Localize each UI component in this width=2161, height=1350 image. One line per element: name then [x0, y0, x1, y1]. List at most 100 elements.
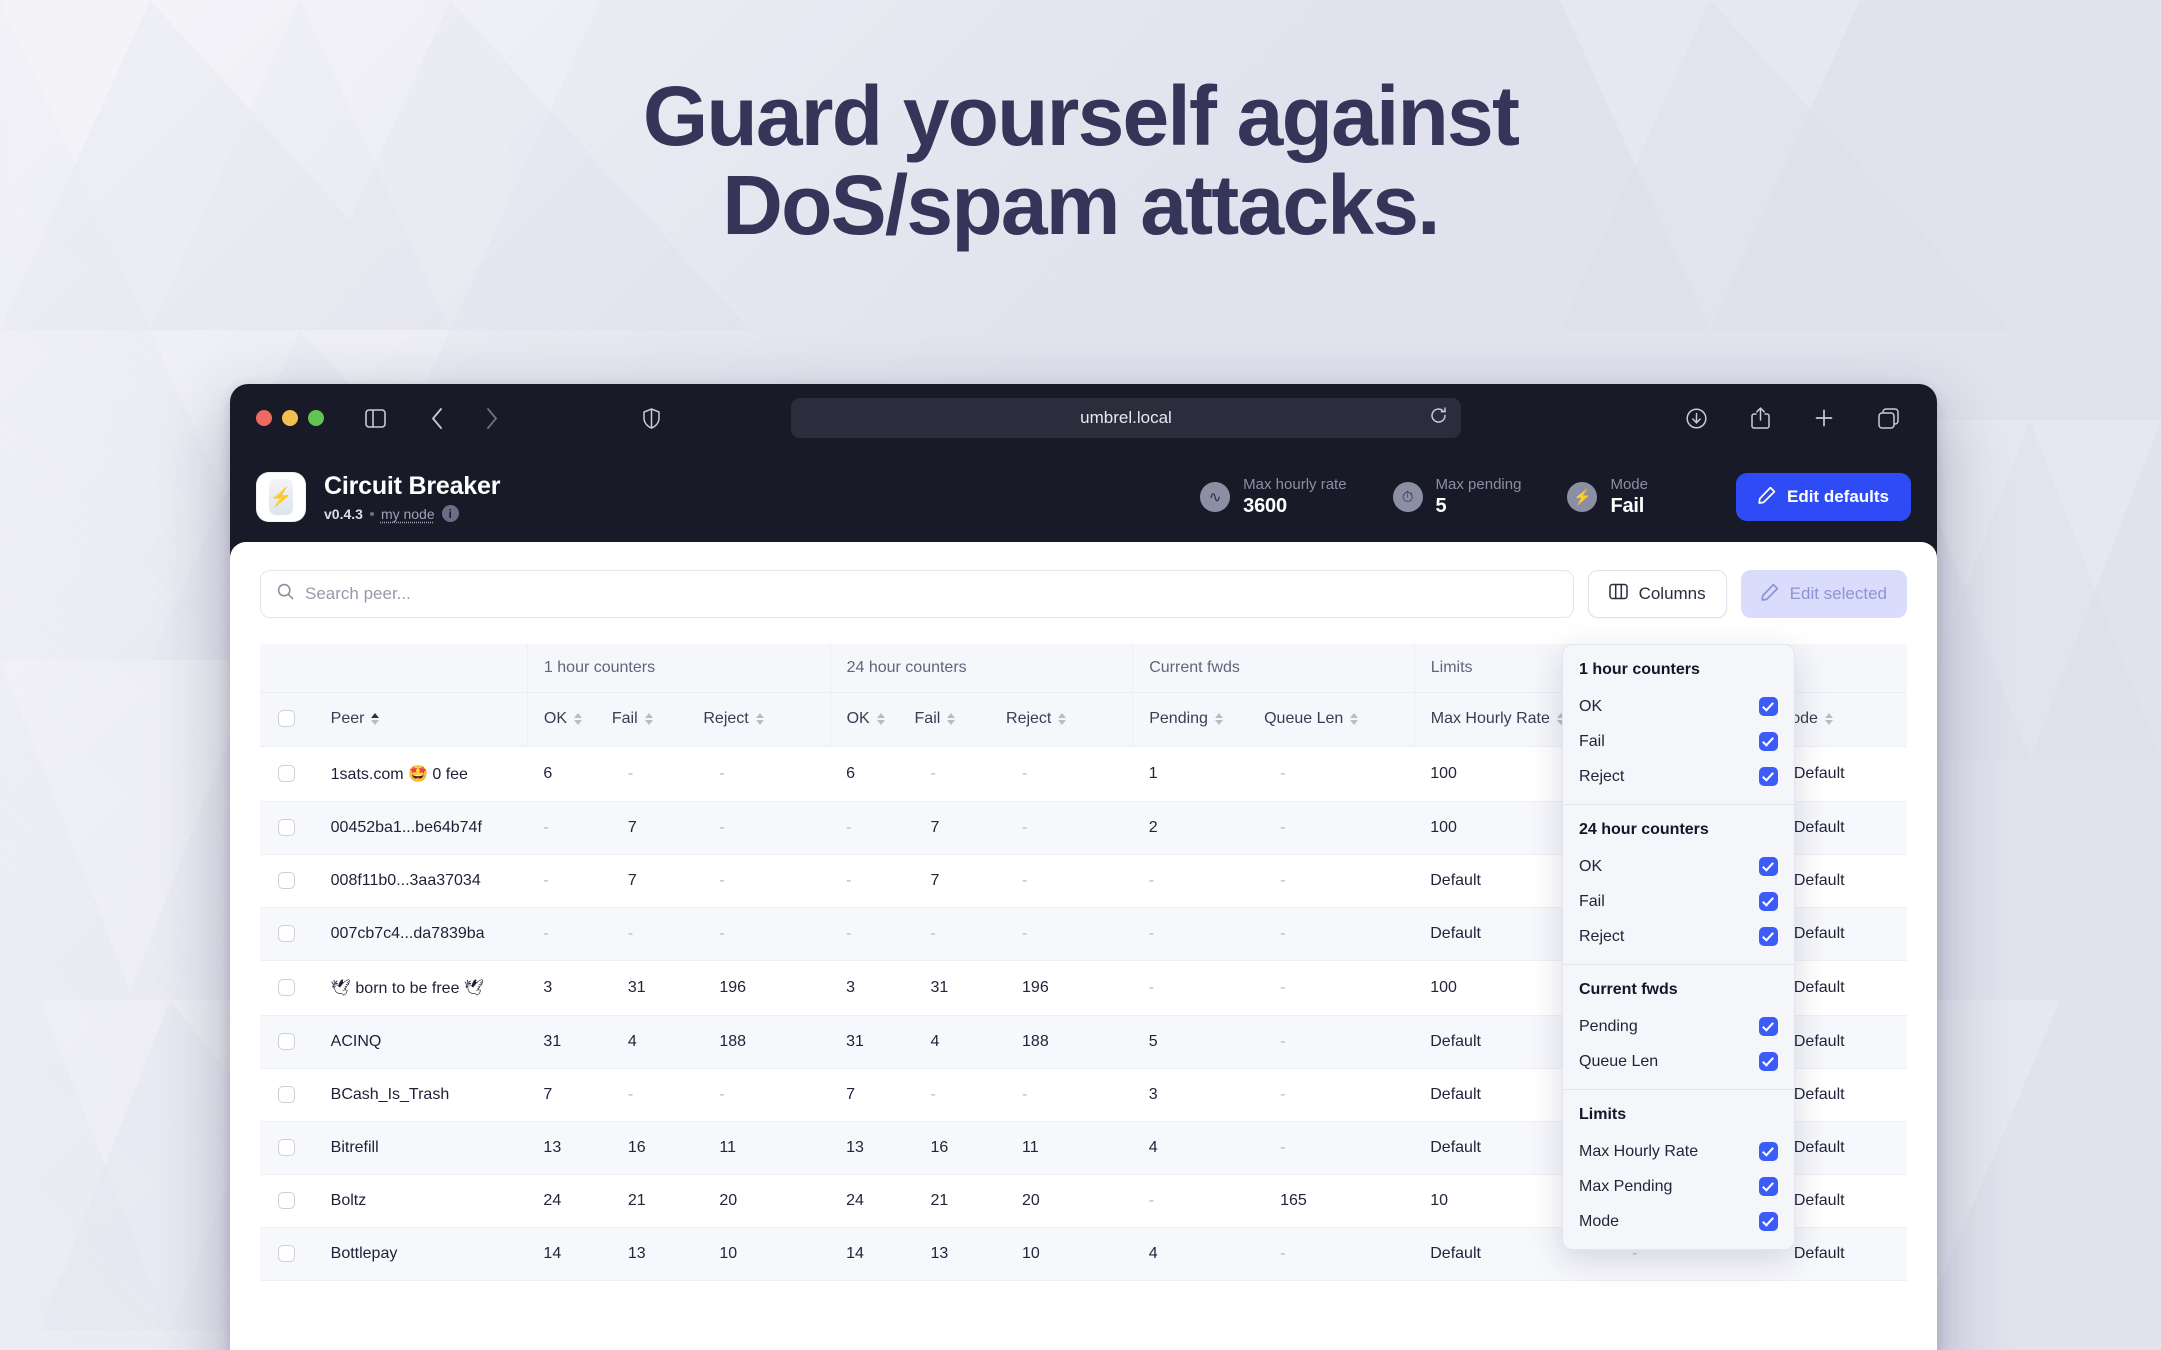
header-1h-reject[interactable]: Reject [703, 692, 831, 747]
header-mode[interactable]: Mode [1777, 692, 1907, 747]
dropdown-item-checkbox[interactable] [1759, 1052, 1778, 1071]
info-icon[interactable]: i [441, 505, 459, 522]
row-select-cell[interactable] [260, 1227, 319, 1281]
data-cell: - [830, 907, 915, 961]
reload-icon[interactable] [1430, 407, 1447, 429]
dropdown-item-checkbox[interactable] [1759, 857, 1778, 876]
window-controls[interactable] [256, 410, 324, 426]
row-select-cell[interactable] [260, 960, 319, 1016]
data-cell: - [1264, 907, 1415, 961]
row-select-cell[interactable] [260, 1174, 319, 1228]
dropdown-item-checkbox[interactable] [1759, 1142, 1778, 1161]
row-checkbox[interactable] [278, 978, 295, 996]
content-card: Columns Edit selected [230, 542, 1937, 1350]
download-icon[interactable] [1679, 401, 1713, 435]
dropdown-item-checkbox[interactable] [1759, 697, 1778, 716]
header-1h-ok[interactable]: OK [526, 692, 612, 747]
row-select-cell[interactable] [260, 746, 319, 802]
row-checkbox[interactable] [278, 1032, 295, 1050]
data-cell: - [1264, 746, 1415, 802]
select-all-checkbox[interactable] [278, 710, 295, 728]
dropdown-item[interactable]: Max Hourly Rate [1563, 1134, 1794, 1169]
sort-icon[interactable] [755, 713, 764, 725]
close-window-button[interactable] [256, 410, 272, 426]
forward-arrow-icon[interactable] [474, 401, 508, 435]
edit-defaults-button[interactable]: Edit defaults [1735, 473, 1911, 521]
dropdown-item[interactable]: Queue Len [1563, 1044, 1794, 1079]
dropdown-item[interactable]: Pending [1563, 1009, 1794, 1044]
dropdown-item-checkbox[interactable] [1759, 927, 1778, 946]
row-select-cell[interactable] [260, 801, 319, 855]
header-24h-reject[interactable]: Reject [1006, 692, 1133, 747]
row-checkbox[interactable] [278, 1085, 295, 1103]
sort-icon[interactable] [1214, 713, 1223, 725]
plus-icon[interactable] [1807, 401, 1841, 435]
header-queue-len[interactable]: Queue Len [1264, 692, 1415, 747]
row-checkbox[interactable] [278, 1244, 295, 1262]
row-select-cell[interactable] [260, 854, 319, 908]
dropdown-item[interactable]: Fail [1563, 884, 1794, 919]
row-checkbox[interactable] [278, 1138, 295, 1156]
sidebar-icon[interactable] [358, 401, 392, 435]
row-checkbox[interactable] [278, 764, 295, 782]
columns-button[interactable]: Columns [1587, 570, 1727, 618]
header-24h-fail[interactable]: Fail [914, 692, 1007, 747]
share-icon[interactable] [1743, 401, 1777, 435]
row-select-cell[interactable] [260, 1068, 319, 1122]
shield-icon[interactable] [634, 401, 668, 435]
sort-icon[interactable] [644, 713, 653, 725]
dropdown-item-checkbox[interactable] [1759, 1017, 1778, 1036]
header-1h-fail[interactable]: Fail [611, 692, 704, 747]
pencil-icon [1761, 583, 1779, 606]
sort-icon[interactable] [574, 713, 583, 725]
row-select-cell[interactable] [260, 907, 319, 961]
row-checkbox[interactable] [278, 924, 295, 942]
data-cell: Default [1777, 801, 1907, 855]
dropdown-item[interactable]: Mode [1563, 1204, 1794, 1239]
dropdown-item[interactable]: Max Pending [1563, 1169, 1794, 1204]
dropdown-item-checkbox[interactable] [1759, 892, 1778, 911]
search-input[interactable] [305, 584, 1557, 604]
header-label: Fail [914, 710, 941, 727]
maximize-window-button[interactable] [308, 410, 324, 426]
sort-icon[interactable] [1350, 713, 1359, 725]
data-cell: 4 [914, 1015, 1007, 1069]
header-24h-ok[interactable]: OK [829, 692, 915, 747]
data-cell: - [1264, 1015, 1415, 1069]
sort-icon[interactable] [371, 713, 380, 725]
navigation-arrows[interactable] [420, 401, 514, 435]
row-checkbox[interactable] [278, 1191, 295, 1209]
columns-dropdown-menu[interactable]: 1 hour counters OK Fail Reject 24 hour count… [1562, 644, 1795, 1250]
row-checkbox[interactable] [278, 818, 295, 836]
row-select-cell[interactable] [260, 1121, 319, 1175]
sort-icon[interactable] [947, 713, 956, 725]
tabs-icon[interactable] [1871, 401, 1905, 435]
header-peer[interactable]: Peer [318, 692, 528, 747]
sort-icon[interactable] [876, 713, 885, 725]
data-cell: 20 [1006, 1174, 1133, 1228]
dropdown-item[interactable]: Reject [1563, 759, 1794, 794]
data-cell: 31 [611, 960, 704, 1016]
select-all-header[interactable] [260, 692, 319, 747]
row-checkbox[interactable] [278, 871, 295, 889]
minimize-window-button[interactable] [282, 410, 298, 426]
header-pending[interactable]: Pending [1132, 692, 1265, 747]
address-bar[interactable]: umbrel.local [791, 398, 1461, 438]
search-peer-field[interactable] [260, 570, 1574, 618]
dropdown-item[interactable]: Fail [1563, 724, 1794, 759]
dropdown-item[interactable]: OK [1563, 689, 1794, 724]
dropdown-item-checkbox[interactable] [1759, 1212, 1778, 1231]
dropdown-item-checkbox[interactable] [1759, 767, 1778, 786]
sort-icon[interactable] [1058, 713, 1067, 725]
dropdown-item-checkbox[interactable] [1759, 1177, 1778, 1196]
data-cell: - [1264, 854, 1415, 908]
row-select-cell[interactable] [260, 1015, 319, 1069]
peer-name-cell: Boltz [318, 1174, 528, 1228]
node-link[interactable]: my node [381, 506, 435, 522]
sort-icon[interactable] [1824, 713, 1833, 725]
dropdown-item[interactable]: OK [1563, 849, 1794, 884]
back-arrow-icon[interactable] [420, 401, 454, 435]
dropdown-item-checkbox[interactable] [1759, 732, 1778, 751]
edit-selected-button[interactable]: Edit selected [1740, 570, 1907, 618]
dropdown-item[interactable]: Reject [1563, 919, 1794, 954]
